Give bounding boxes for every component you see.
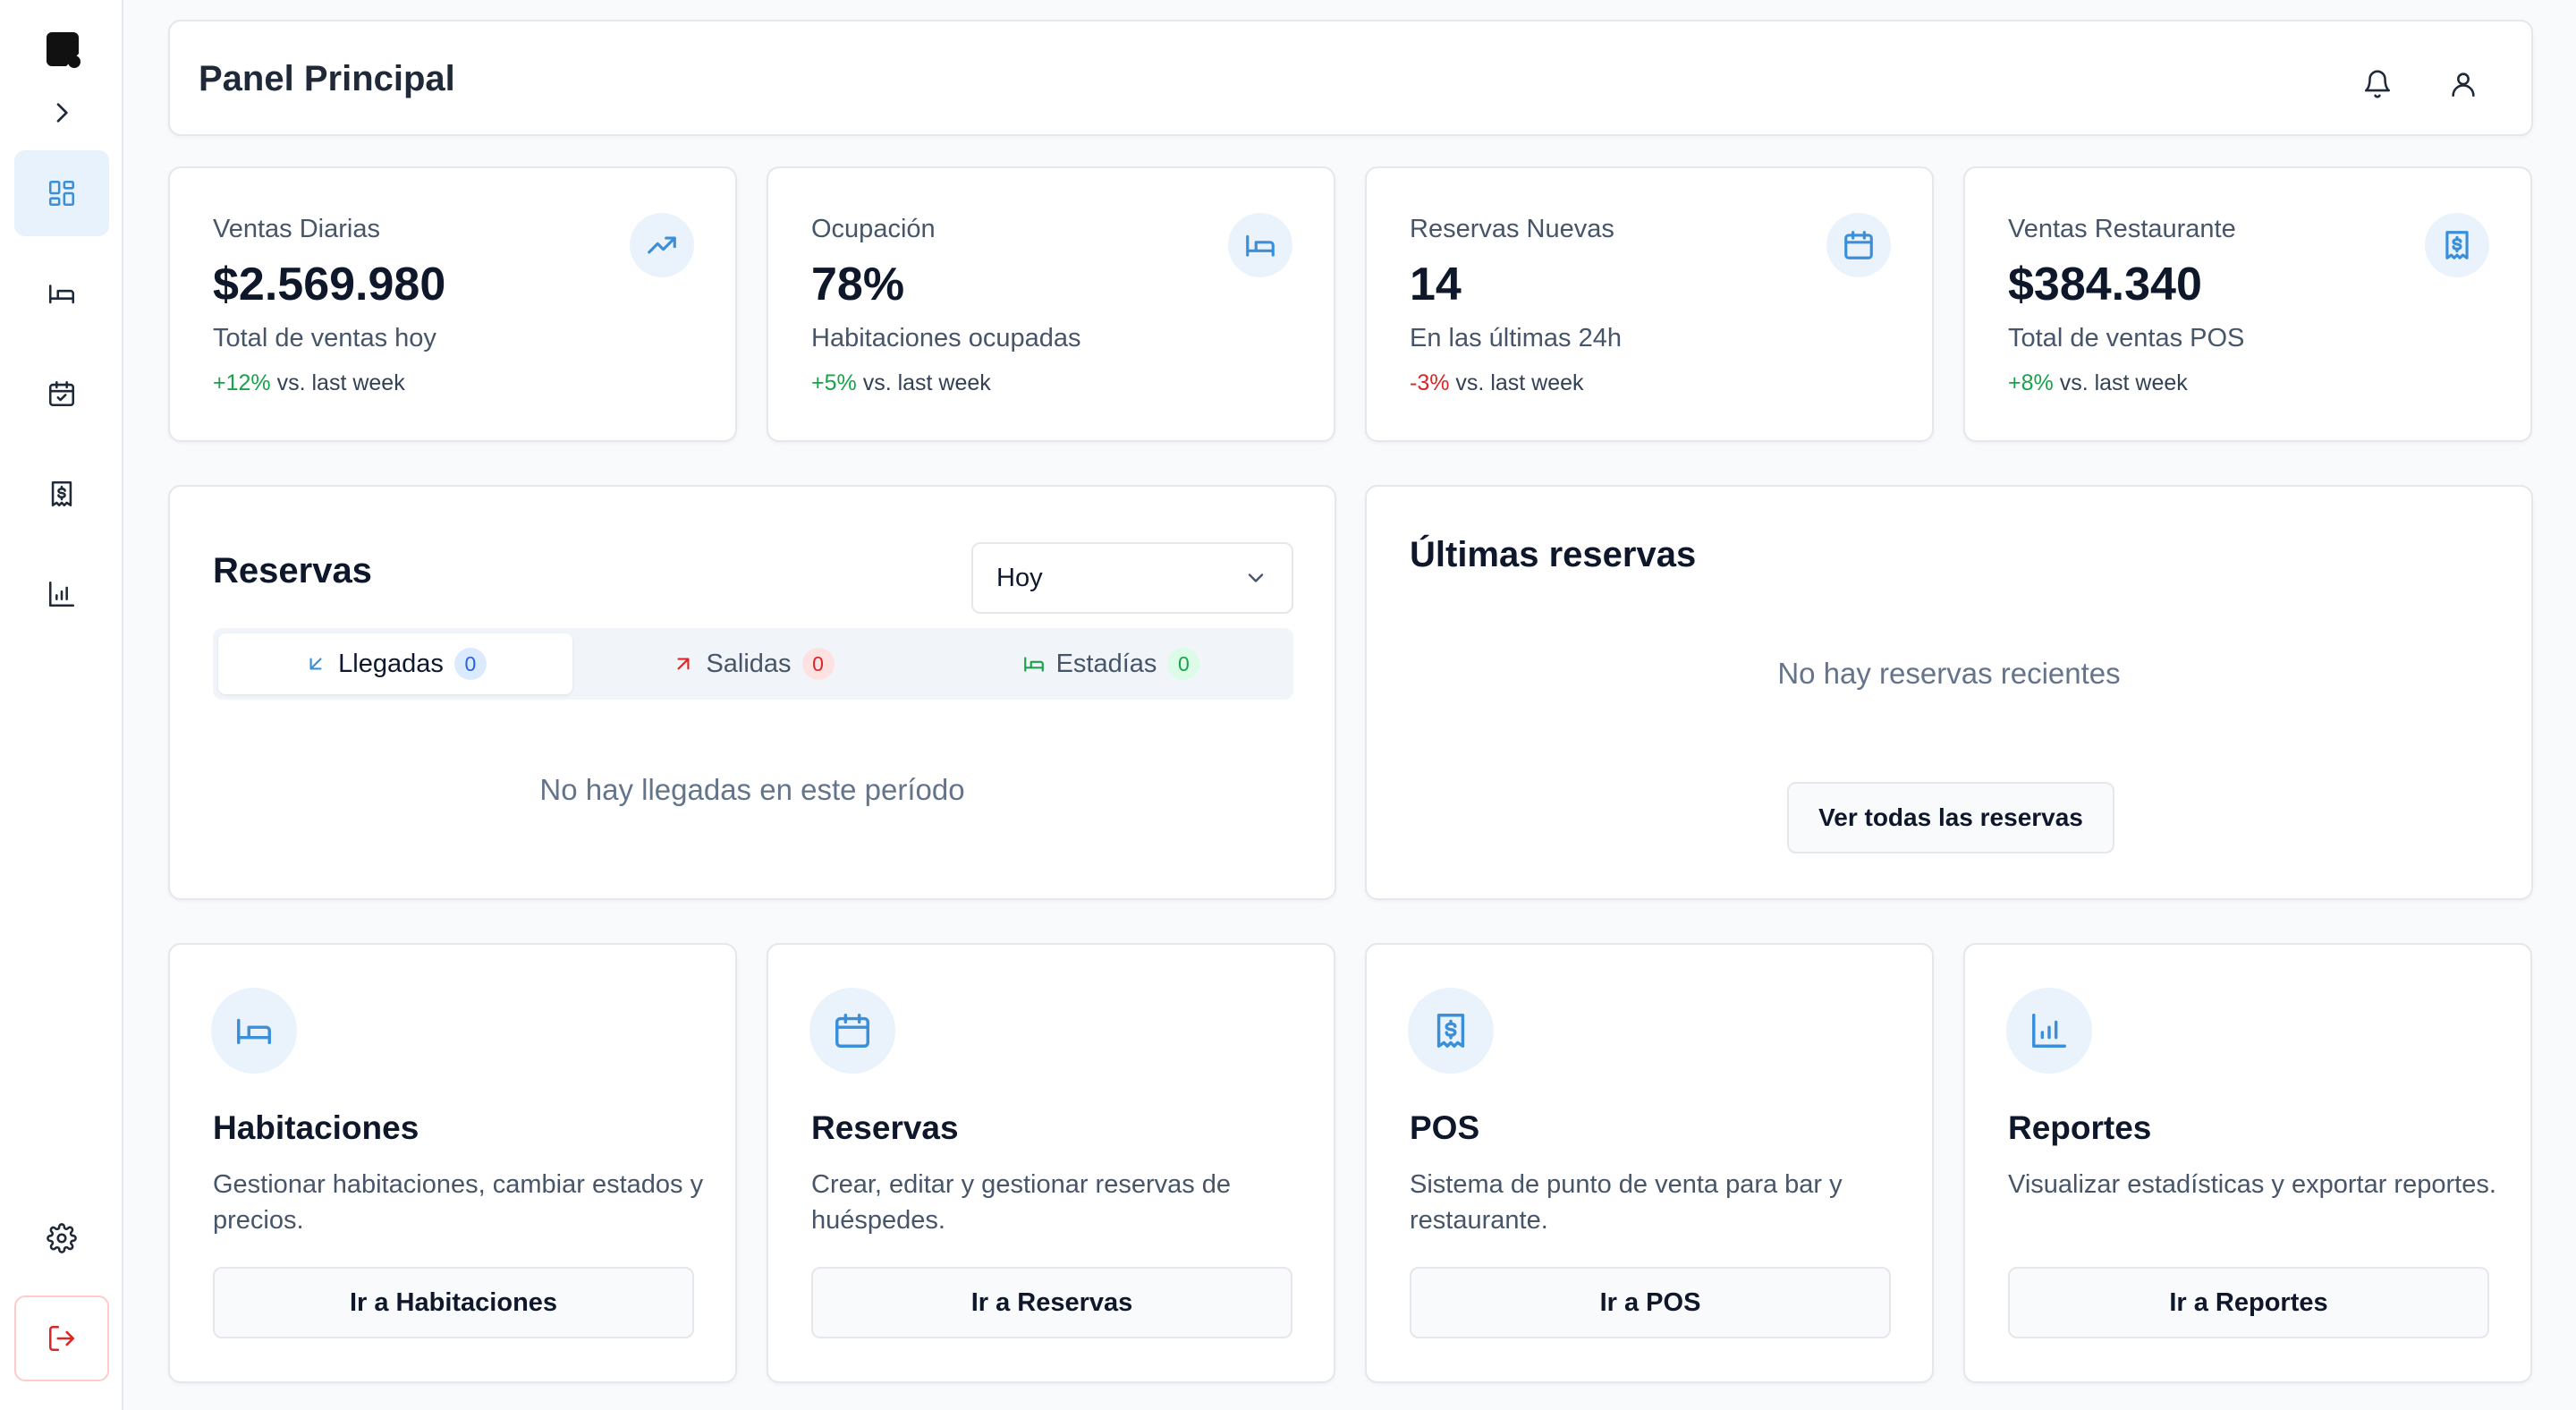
- module-title: POS: [1410, 1109, 1480, 1146]
- stat-value: $384.340: [2008, 259, 2202, 310]
- tab-label: Salidas: [706, 649, 792, 678]
- bed-icon: [1228, 213, 1292, 277]
- delta-value: +12%: [213, 370, 271, 395]
- module-description: Gestionar habitaciones, cambiar estados …: [213, 1170, 704, 1235]
- stat-delta: +8% vs. last week: [2008, 370, 2188, 396]
- go-pos-button[interactable]: Ir a POS: [1410, 1267, 1891, 1338]
- view-all-reservations-button[interactable]: Ver todas las reservas: [1787, 782, 2114, 854]
- stat-delta: +12% vs. last week: [213, 370, 405, 396]
- logout-button[interactable]: [14, 1295, 109, 1381]
- module-title: Reservas: [811, 1109, 959, 1146]
- bar-chart-icon: [47, 579, 77, 609]
- stat-label: Reservas Nuevas: [1410, 215, 1614, 243]
- logout-icon: [47, 1323, 77, 1354]
- bed-icon: [211, 988, 297, 1074]
- tab-salidas[interactable]: Salidas 0: [576, 633, 930, 694]
- delta-suffix: vs. last week: [2059, 370, 2188, 395]
- bed-icon: [47, 278, 77, 309]
- arrow-down-left-icon: [304, 652, 327, 675]
- reservas-tabs: Llegadas 0 Salidas 0 Estadías 0: [213, 628, 1293, 700]
- bell-icon[interactable]: [2356, 63, 2399, 106]
- reservas-panel: Reservas Hoy Llegadas 0 Salidas 0 Estadí…: [168, 485, 1336, 900]
- stat-value: 14: [1410, 259, 1462, 310]
- module-card-reservas: Reservas Crear, editar y gestionar reser…: [767, 943, 1335, 1383]
- bed-icon: [1022, 652, 1046, 675]
- count-badge: 0: [1167, 648, 1200, 680]
- calendar-icon: [1826, 213, 1891, 277]
- stat-delta: -3% vs. last week: [1410, 370, 1584, 396]
- stat-label: Ocupación: [811, 215, 936, 243]
- module-description: Sistema de punto de venta para bar y res…: [1410, 1170, 1843, 1235]
- stat-label: Ventas Diarias: [213, 215, 380, 243]
- stat-card-ventas-restaurante: Ventas Restaurante $384.340 Total de ven…: [1963, 166, 2532, 442]
- calendar-check-icon: [47, 378, 77, 409]
- bar-chart-icon: [2006, 988, 2092, 1074]
- stat-card-ocupacion: Ocupación 78% Habitaciones ocupadas +5% …: [767, 166, 1335, 442]
- delta-suffix: vs. last week: [862, 370, 991, 395]
- ultimas-reservas-title: Últimas reservas: [1410, 535, 1697, 574]
- user-icon[interactable]: [2442, 63, 2485, 106]
- sidebar-item-habitaciones[interactable]: [14, 251, 109, 336]
- receipt-dollar-icon: [1408, 988, 1494, 1074]
- delta-value: -3%: [1410, 370, 1450, 395]
- sidebar: [0, 0, 123, 1410]
- stat-delta: +5% vs. last week: [811, 370, 991, 396]
- delta-value: +5%: [811, 370, 857, 395]
- page-title: Panel Principal: [199, 59, 455, 98]
- module-description: Visualizar estadísticas y exportar repor…: [2008, 1170, 2496, 1199]
- sidebar-item-pos[interactable]: [14, 451, 109, 537]
- tab-label: Llegadas: [338, 649, 444, 678]
- chevron-right-icon[interactable]: [47, 98, 76, 127]
- sidebar-item-reportes[interactable]: [14, 551, 109, 637]
- dashboard-grid-icon: [47, 178, 77, 208]
- stat-value: 78%: [811, 259, 905, 310]
- stat-desc: Total de ventas hoy: [213, 324, 436, 352]
- go-habitaciones-button[interactable]: Ir a Habitaciones: [213, 1267, 694, 1338]
- tab-label: Estadías: [1055, 649, 1157, 678]
- delta-suffix: vs. last week: [276, 370, 405, 395]
- stat-desc: En las últimas 24h: [1410, 324, 1622, 352]
- calendar-icon: [809, 988, 895, 1074]
- delta-suffix: vs. last week: [1455, 370, 1584, 395]
- sidebar-item-dashboard[interactable]: [14, 150, 109, 236]
- module-title: Reportes: [2008, 1109, 2152, 1146]
- module-title: Habitaciones: [213, 1109, 419, 1146]
- tab-llegadas[interactable]: Llegadas 0: [218, 633, 572, 694]
- stat-desc: Total de ventas POS: [2008, 324, 2245, 352]
- tab-estadias[interactable]: Estadías 0: [934, 633, 1288, 694]
- header-bar: Panel Principal: [168, 20, 2533, 136]
- stat-desc: Habitaciones ocupadas: [811, 324, 1081, 352]
- go-reportes-button[interactable]: Ir a Reportes: [2008, 1267, 2489, 1338]
- stat-value: $2.569.980: [213, 259, 446, 310]
- module-description: Crear, editar y gestionar reservas de hu…: [811, 1170, 1232, 1235]
- go-reservas-button[interactable]: Ir a Reservas: [811, 1267, 1292, 1338]
- app-logo[interactable]: [43, 30, 82, 70]
- module-card-reportes: Reportes Visualizar estadísticas y expor…: [1963, 943, 2532, 1383]
- stat-card-reservas-nuevas: Reservas Nuevas 14 En las últimas 24h -3…: [1365, 166, 1934, 442]
- count-badge: 0: [801, 648, 835, 680]
- module-card-habitaciones: Habitaciones Gestionar habitaciones, cam…: [168, 943, 737, 1383]
- gear-icon: [47, 1223, 77, 1253]
- reservas-title: Reservas: [213, 551, 372, 590]
- ultimas-reservas-panel: Últimas reservas No hay reservas recient…: [1365, 485, 2533, 900]
- period-select[interactable]: Hoy: [971, 542, 1293, 614]
- period-select-value: Hoy: [996, 564, 1043, 592]
- empty-state-text: No hay llegadas en este período: [539, 773, 965, 806]
- receipt-dollar-icon: [47, 479, 77, 509]
- arrow-up-right-icon: [672, 652, 695, 675]
- stat-label: Ventas Restaurante: [2008, 215, 2236, 243]
- sidebar-item-reservas[interactable]: [14, 351, 109, 437]
- trending-up-icon: [630, 213, 694, 277]
- count-badge: 0: [453, 648, 487, 680]
- delta-value: +8%: [2008, 370, 2054, 395]
- empty-state-text: No hay reservas recientes: [1777, 657, 2121, 690]
- stat-card-ventas-diarias: Ventas Diarias $2.569.980 Total de venta…: [168, 166, 737, 442]
- receipt-dollar-icon: [2425, 213, 2489, 277]
- module-card-pos: POS Sistema de punto de venta para bar y…: [1365, 943, 1934, 1383]
- sidebar-item-settings[interactable]: [14, 1195, 109, 1281]
